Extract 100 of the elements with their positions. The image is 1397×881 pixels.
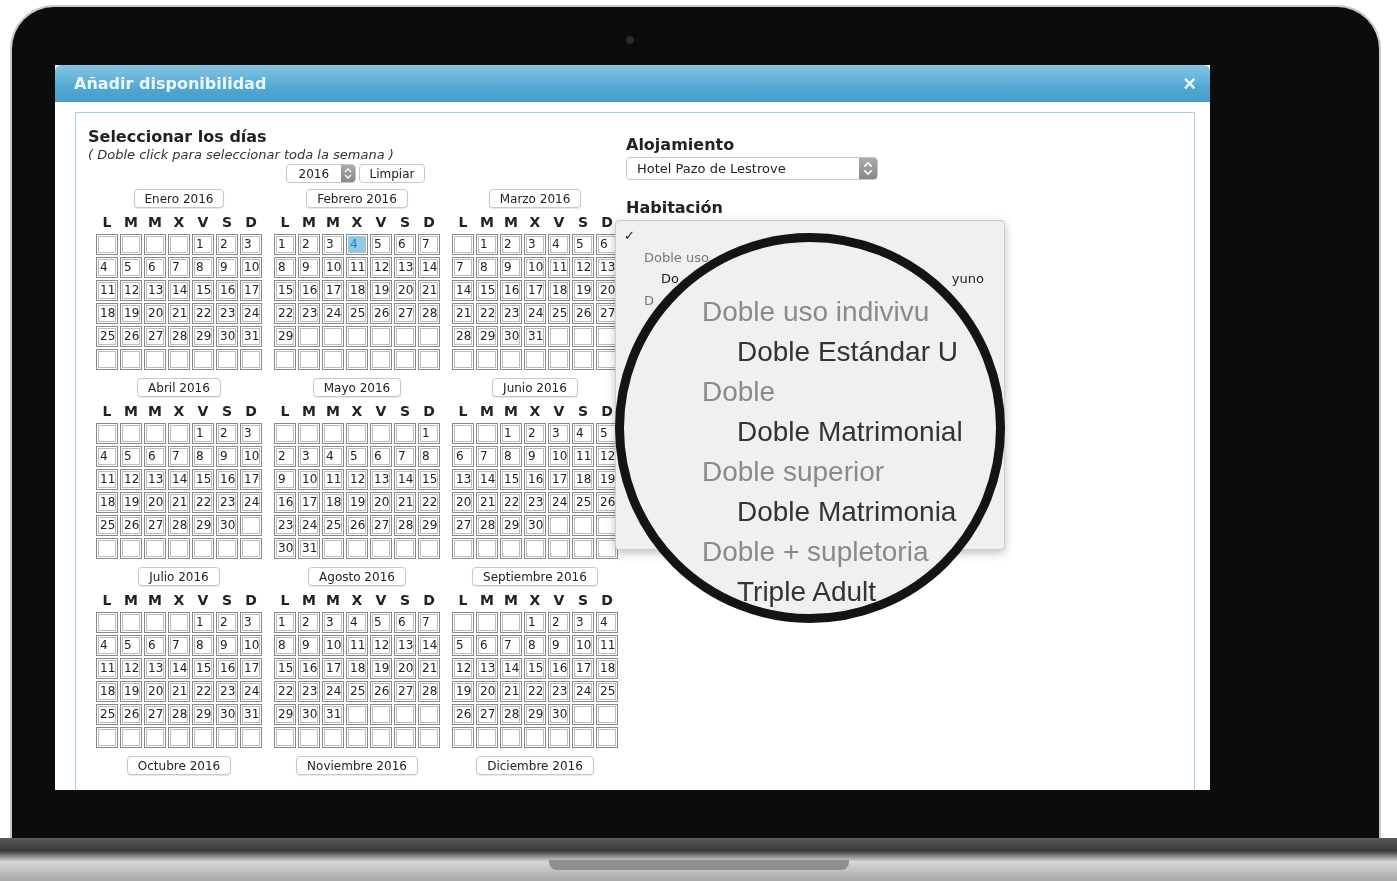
day-cell[interactable]: 13 (370, 469, 392, 490)
day-cell[interactable]: 7 (394, 446, 416, 467)
day-cell[interactable]: 8 (192, 635, 214, 656)
day-cell[interactable]: 17 (298, 492, 320, 513)
day-cell[interactable] (596, 326, 618, 347)
day-cell[interactable]: 29 (192, 515, 214, 536)
day-cell[interactable]: 6 (144, 635, 166, 656)
day-cell[interactable]: 29 (274, 326, 296, 347)
day-cell[interactable]: 18 (96, 303, 118, 324)
day-cell[interactable]: 20 (452, 492, 474, 513)
day-cell[interactable]: 11 (96, 280, 118, 301)
day-cell[interactable] (476, 538, 498, 559)
day-cell[interactable]: 10 (572, 635, 594, 656)
day-cell[interactable]: 14 (500, 658, 522, 679)
day-cell[interactable]: 6 (394, 234, 416, 255)
day-cell[interactable]: 7 (168, 257, 190, 278)
day-cell[interactable]: 21 (452, 303, 474, 324)
day-cell[interactable] (370, 727, 392, 748)
day-cell[interactable]: 26 (370, 303, 392, 324)
day-cell[interactable]: 23 (500, 303, 522, 324)
day-cell[interactable] (274, 727, 296, 748)
day-cell[interactable]: 28 (168, 515, 190, 536)
day-cell[interactable]: 17 (548, 469, 570, 490)
day-cell[interactable]: 26 (572, 303, 594, 324)
day-cell[interactable]: 20 (476, 681, 498, 702)
day-cell[interactable] (500, 349, 522, 370)
day-cell[interactable] (346, 538, 368, 559)
day-cell[interactable]: 22 (476, 303, 498, 324)
day-cell[interactable]: 7 (476, 446, 498, 467)
day-cell[interactable]: 14 (418, 257, 440, 278)
day-cell[interactable]: 17 (322, 658, 344, 679)
day-cell[interactable]: 30 (216, 515, 238, 536)
accommodation-select[interactable]: Hotel Pazo de Lestrove (626, 157, 878, 180)
day-cell[interactable]: 16 (298, 280, 320, 301)
day-cell[interactable]: 7 (418, 234, 440, 255)
day-cell[interactable] (96, 234, 118, 255)
day-cell[interactable]: 10 (240, 257, 262, 278)
day-cell[interactable]: 15 (476, 280, 498, 301)
day-cell[interactable] (192, 727, 214, 748)
day-cell[interactable]: 1 (524, 612, 546, 633)
day-cell[interactable]: 29 (192, 704, 214, 725)
day-cell[interactable]: 13 (394, 257, 416, 278)
day-cell[interactable] (322, 423, 344, 444)
year-field[interactable]: 2016 (285, 164, 356, 183)
day-cell[interactable] (476, 727, 498, 748)
day-cell[interactable]: 22 (274, 303, 296, 324)
day-cell[interactable] (572, 538, 594, 559)
day-cell[interactable]: 27 (596, 303, 618, 324)
day-cell[interactable] (394, 704, 416, 725)
day-cell[interactable]: 11 (596, 635, 618, 656)
day-cell[interactable]: 25 (346, 303, 368, 324)
month-button[interactable]: Noviembre 2016 (296, 756, 418, 775)
day-cell[interactable]: 6 (144, 257, 166, 278)
day-cell[interactable] (168, 612, 190, 633)
day-cell[interactable]: 3 (298, 446, 320, 467)
day-cell[interactable] (322, 538, 344, 559)
day-cell[interactable]: 30 (274, 538, 296, 559)
day-cell[interactable]: 7 (452, 257, 474, 278)
day-cell[interactable]: 23 (298, 303, 320, 324)
day-cell[interactable]: 15 (500, 469, 522, 490)
day-cell[interactable]: 10 (322, 257, 344, 278)
day-cell[interactable]: 6 (476, 635, 498, 656)
day-cell[interactable]: 18 (346, 280, 368, 301)
day-cell[interactable]: 29 (192, 326, 214, 347)
day-cell[interactable]: 8 (500, 446, 522, 467)
day-cell[interactable] (596, 727, 618, 748)
day-cell[interactable]: 16 (548, 658, 570, 679)
day-cell[interactable] (346, 727, 368, 748)
day-cell[interactable]: 14 (394, 469, 416, 490)
month-button[interactable]: Marzo 2016 (488, 189, 582, 208)
day-cell[interactable]: 28 (418, 681, 440, 702)
day-cell[interactable]: 18 (322, 492, 344, 513)
day-cell[interactable]: 1 (274, 612, 296, 633)
day-cell[interactable]: 26 (346, 515, 368, 536)
day-cell[interactable]: 5 (596, 423, 618, 444)
day-cell[interactable]: 16 (500, 280, 522, 301)
day-cell[interactable]: 23 (216, 492, 238, 513)
day-cell[interactable]: 21 (418, 280, 440, 301)
day-cell[interactable]: 16 (298, 658, 320, 679)
day-cell[interactable]: 15 (192, 280, 214, 301)
day-cell[interactable] (548, 326, 570, 347)
day-cell[interactable]: 8 (192, 257, 214, 278)
day-cell[interactable] (452, 538, 474, 559)
day-cell[interactable]: 22 (192, 303, 214, 324)
day-cell[interactable]: 17 (240, 658, 262, 679)
day-cell[interactable] (476, 612, 498, 633)
day-cell[interactable]: 31 (298, 538, 320, 559)
day-cell[interactable]: 14 (452, 280, 474, 301)
clear-button[interactable]: Limpiar (358, 164, 426, 183)
day-cell[interactable]: 15 (274, 658, 296, 679)
day-cell[interactable] (548, 349, 570, 370)
day-cell[interactable]: 30 (524, 515, 546, 536)
day-cell[interactable]: 12 (596, 446, 618, 467)
day-cell[interactable] (144, 423, 166, 444)
day-cell[interactable]: 30 (216, 326, 238, 347)
month-button[interactable]: Septiembre 2016 (472, 567, 598, 586)
day-cell[interactable]: 29 (418, 515, 440, 536)
day-cell[interactable]: 23 (524, 492, 546, 513)
day-cell[interactable]: 1 (418, 423, 440, 444)
day-cell[interactable]: 25 (346, 681, 368, 702)
